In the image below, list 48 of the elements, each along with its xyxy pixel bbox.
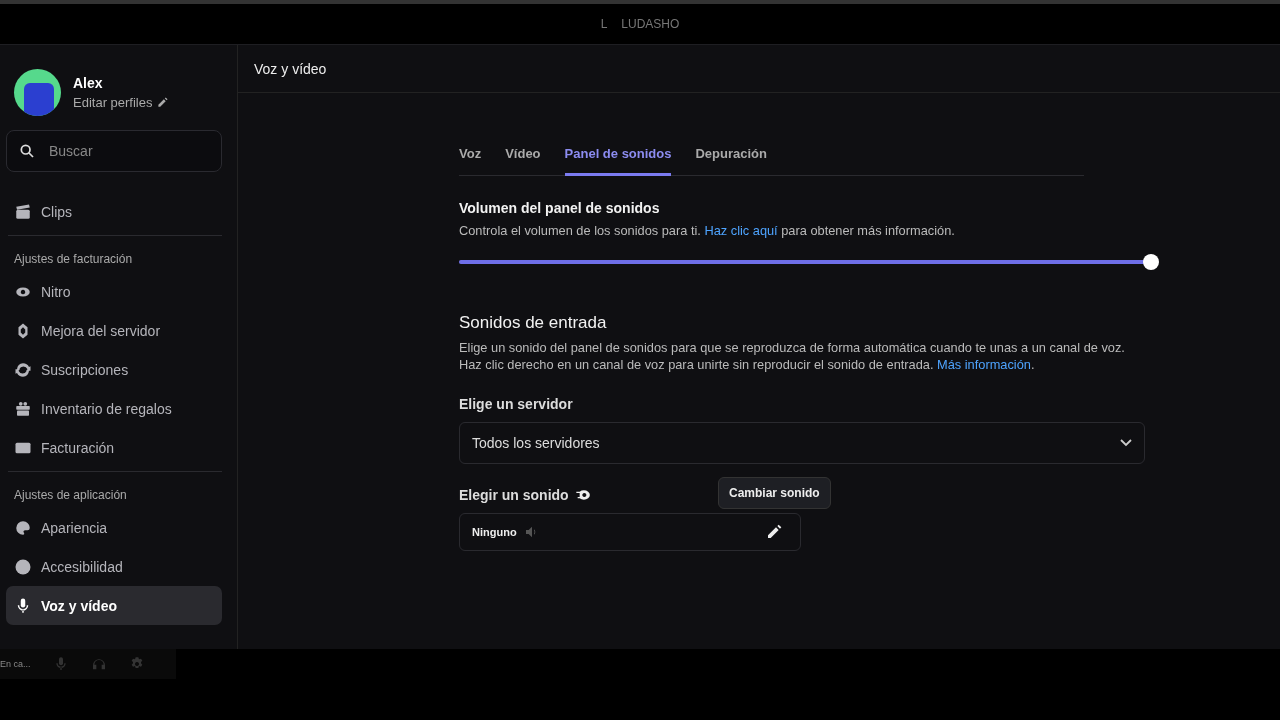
tab[interactable]: Voz xyxy=(459,141,482,176)
slider-thumb[interactable] xyxy=(1143,254,1159,270)
chevron-down-icon xyxy=(1120,439,1132,447)
nitro-icon xyxy=(574,489,591,501)
section-heading: Ajustes de facturación xyxy=(13,251,134,268)
section-title: Volumen del panel de sonidos xyxy=(459,200,661,216)
volume-slider[interactable] xyxy=(459,253,1159,271)
tab[interactable]: Depuración xyxy=(695,141,767,176)
pencil-icon[interactable] xyxy=(157,97,169,108)
sidebar-item[interactable]: Clips xyxy=(6,192,222,231)
app-initial: L xyxy=(600,17,608,31)
app-title: LUDASHO xyxy=(621,17,680,31)
sidebar-item-icon xyxy=(14,557,32,576)
avatar[interactable] xyxy=(14,69,61,116)
more-info-link[interactable]: Más información xyxy=(937,357,1031,372)
sidebar-item[interactable]: Nitro xyxy=(6,272,222,311)
sidebar-item[interactable]: Voz y vídeo xyxy=(6,586,222,625)
search-icon xyxy=(19,143,35,159)
section-title: Sonidos de entrada xyxy=(459,313,608,333)
sidebar-item[interactable]: Apariencia xyxy=(6,508,222,547)
field-label: Elegir un sonido xyxy=(459,487,569,503)
sidebar-item-icon xyxy=(14,202,32,221)
pencil-icon[interactable] xyxy=(766,524,782,540)
user-name: Alex xyxy=(73,75,104,91)
search-field[interactable]: Buscar xyxy=(6,130,222,172)
page-title: Voz y vídeo xyxy=(238,45,1280,93)
sidebar-item[interactable]: Suscripciones xyxy=(6,350,222,389)
status-text: En ca... xyxy=(0,659,31,669)
tab[interactable]: Vídeo xyxy=(505,141,541,176)
sidebar-item-icon xyxy=(14,518,32,537)
section-heading: Ajustes de aplicación xyxy=(13,487,128,504)
sidebar-item[interactable]: Inventario de regalos xyxy=(6,389,222,428)
section-description: Elige un sonido del panel de sonidos para que se reproduzca de forma automática cuando te unas a un canal de voz. Haz clic derecho en un canal de voz para unirte sin reproducir el sonido de entrada. Más información. xyxy=(459,339,1126,373)
dropdown-value: Todos los servidores xyxy=(472,435,600,451)
sidebar-item[interactable]: Facturación xyxy=(6,428,222,467)
tab[interactable]: Panel de sonidos xyxy=(564,141,672,176)
help-link[interactable]: Haz clic aquí xyxy=(704,223,778,238)
sidebar-item[interactable]: Mejora del servidor xyxy=(6,311,222,350)
server-dropdown[interactable]: Todos los servidores xyxy=(459,422,1145,464)
sound-name: Ninguno xyxy=(472,526,517,538)
sidebar-item[interactable]: Accesibilidad xyxy=(6,547,222,586)
section-description: Controla el volumen de los sonidos para ti. Haz clic aquí para obtener más información. xyxy=(459,222,956,239)
sidebar-item-icon xyxy=(14,360,32,379)
search-placeholder: Buscar xyxy=(49,143,93,159)
field-label: Elige un servidor xyxy=(459,396,574,412)
sidebar-item-icon xyxy=(14,399,32,418)
tooltip: Cambiar sonido xyxy=(718,477,831,509)
edit-profiles-link[interactable]: Editar perfiles xyxy=(73,95,153,110)
